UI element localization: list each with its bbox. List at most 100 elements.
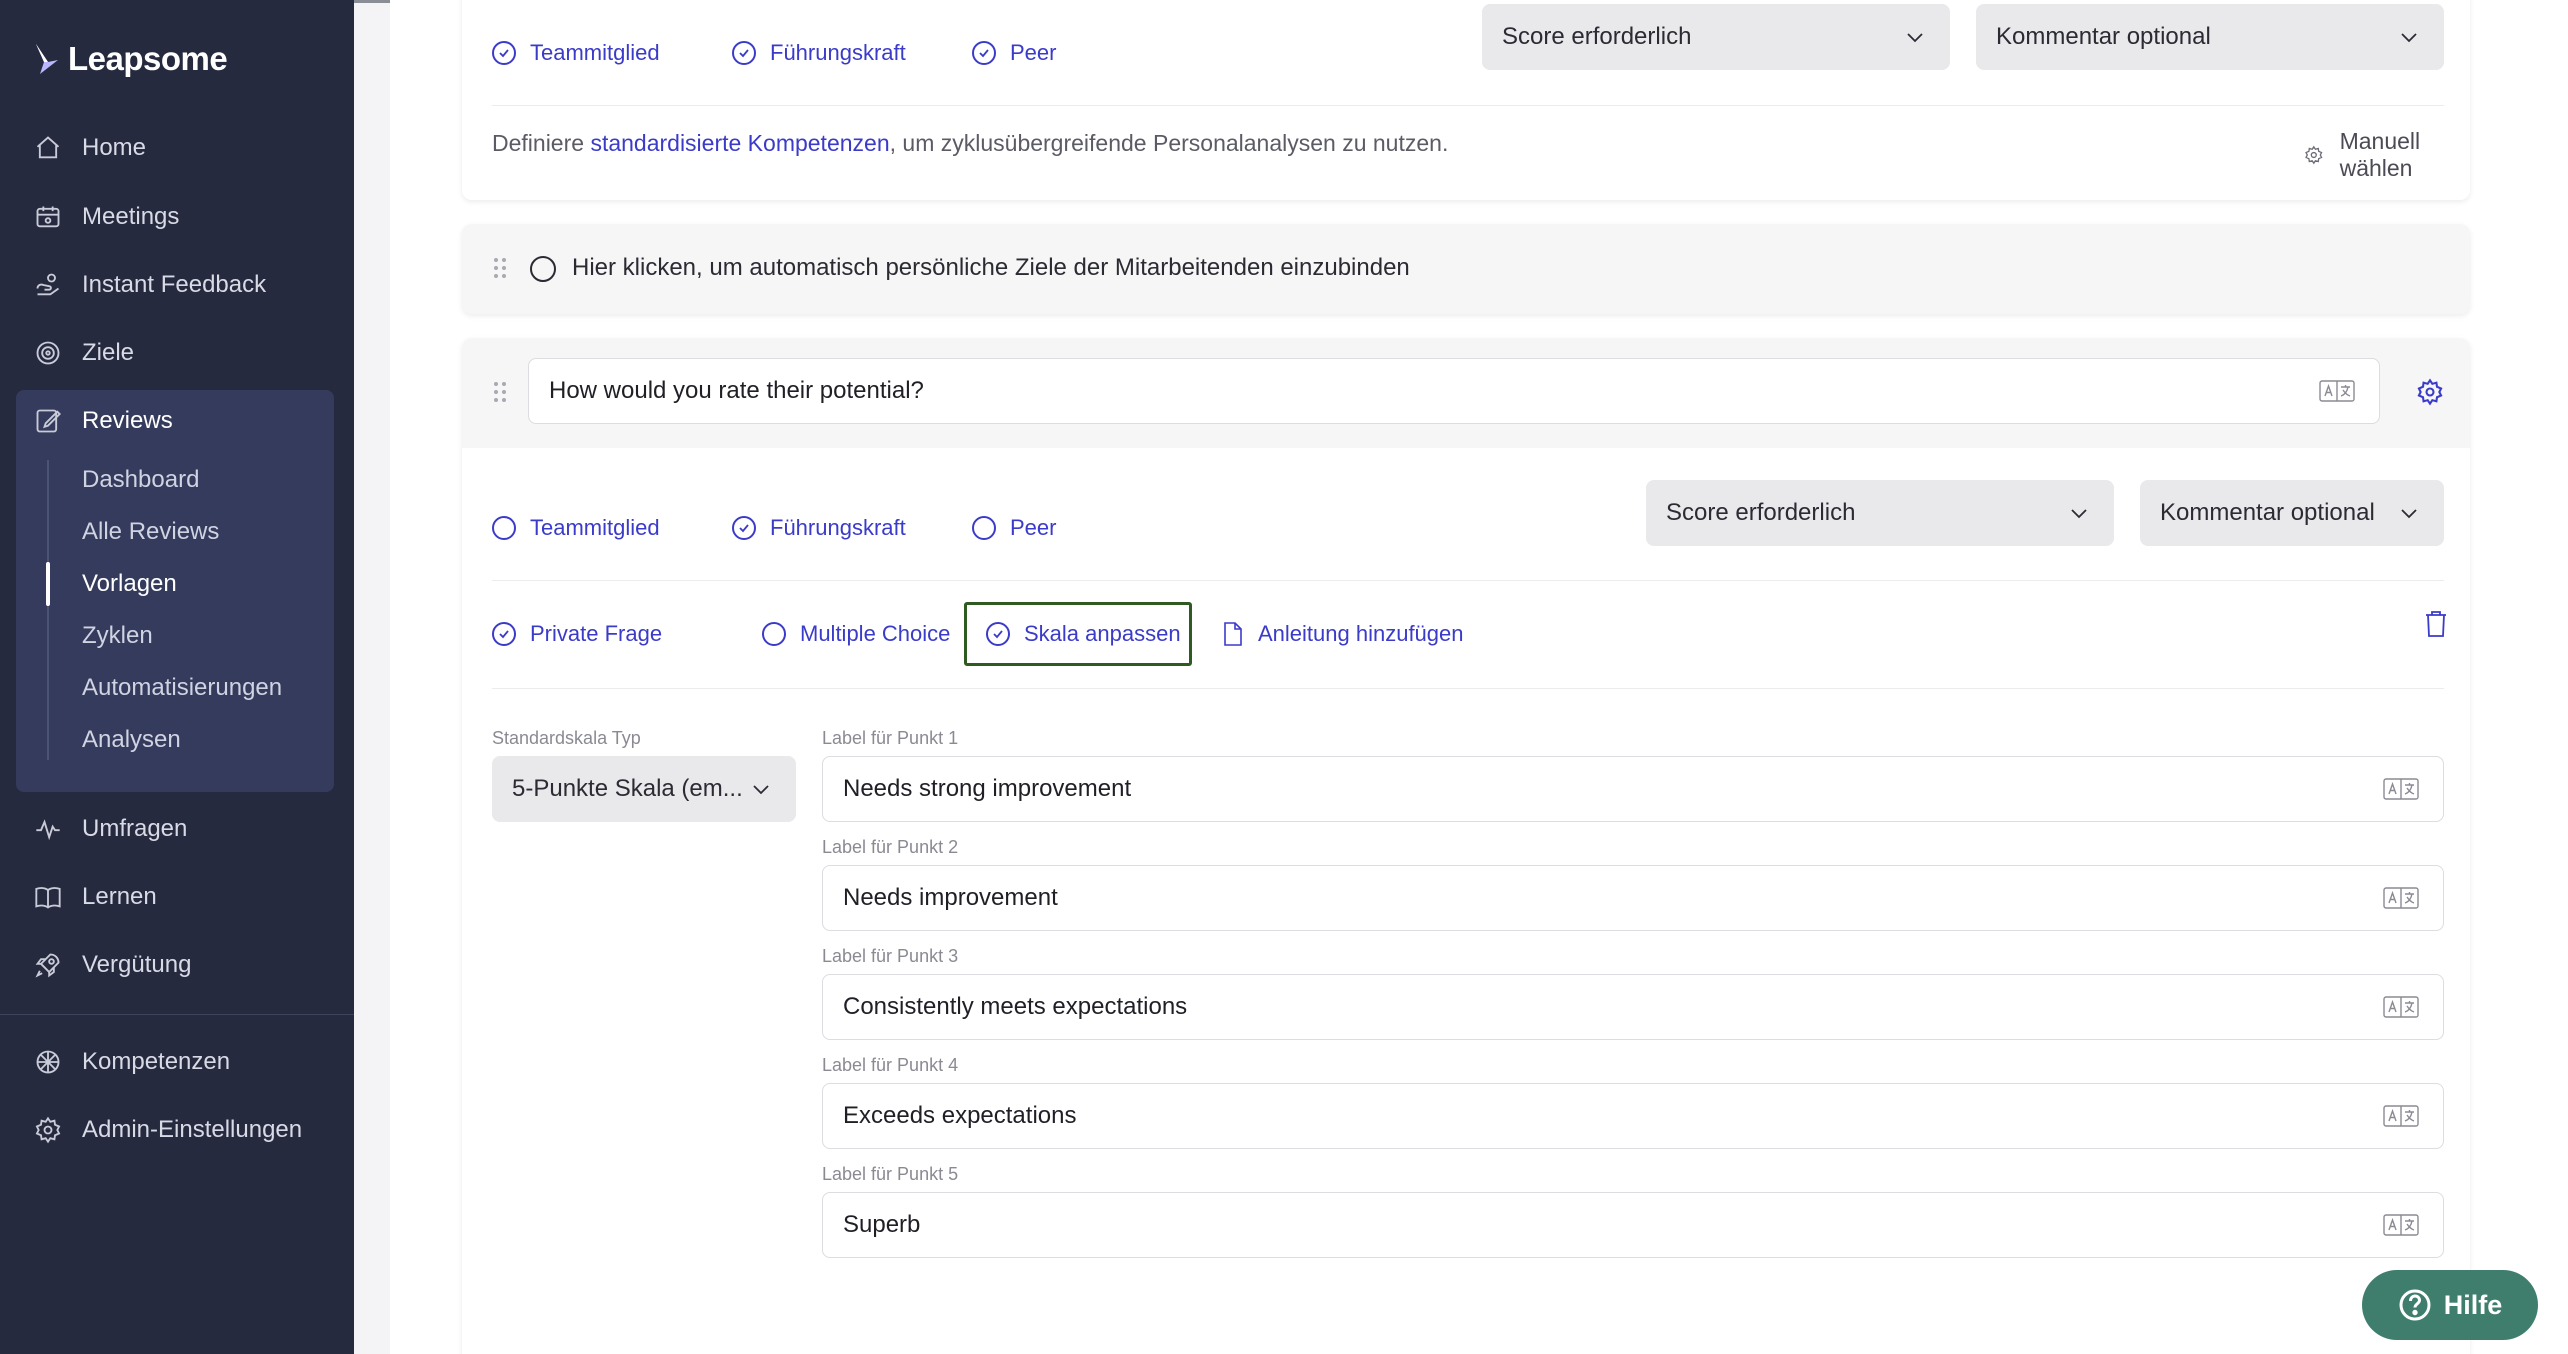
competency-link[interactable]: standardisierte Kompetenzen xyxy=(590,130,889,156)
translate-icon[interactable] xyxy=(2383,1214,2419,1236)
scale-point-input[interactable]: Needs improvement xyxy=(822,865,2444,931)
role-label: Teammitglied xyxy=(530,40,660,65)
radio-icon[interactable] xyxy=(530,256,556,282)
scale-point-input[interactable]: Exceeds expectations xyxy=(822,1083,2444,1149)
brand-logo[interactable]: Leapsome xyxy=(34,40,228,78)
main-area: Teammitglied Führungskraft Peer Score er… xyxy=(354,0,2568,1354)
submenu-rail xyxy=(47,460,49,760)
manual-select-button[interactable]: Manuell wählen xyxy=(2304,128,2470,182)
option-label: Multiple Choice xyxy=(800,621,951,646)
translate-icon[interactable] xyxy=(2383,778,2419,800)
empty-circle-icon xyxy=(972,516,996,540)
sidebar-item-instant-feedback[interactable]: Instant Feedback xyxy=(34,265,266,305)
leapsome-logo-icon xyxy=(36,44,58,74)
help-button[interactable]: Hilfe xyxy=(2362,1270,2538,1340)
sidebar-item-kompetenzen[interactable]: Kompetenzen xyxy=(34,1042,230,1082)
translate-icon[interactable] xyxy=(2383,1105,2419,1127)
role-option-fuehrungskraft[interactable]: Führungskraft xyxy=(732,35,906,71)
goals-toggle-label: Hier klicken, um automatisch persönliche… xyxy=(572,254,1410,281)
pulse-icon xyxy=(36,819,60,841)
scale-point-input[interactable]: Superb xyxy=(822,1192,2444,1258)
template-editor: Teammitglied Führungskraft Peer Score er… xyxy=(390,0,2568,1354)
chevron-down-icon xyxy=(753,785,769,795)
sidebar-item-label: Instant Feedback xyxy=(82,271,267,298)
score-select[interactable]: Score erforderlich xyxy=(1482,4,1950,70)
feedback-icon xyxy=(36,273,60,296)
checkmark-icon xyxy=(732,41,756,65)
translate-icon[interactable] xyxy=(2383,996,2419,1018)
brand-name: Leapsome xyxy=(68,40,228,77)
scale-point-value: Needs improvement xyxy=(843,884,1058,911)
manual-select-label: Manuell wählen xyxy=(2339,128,2421,181)
question-text-input[interactable]: How would you rate their potential? xyxy=(528,358,2380,424)
option-private-frage[interactable]: Private Frage xyxy=(492,616,662,652)
settings-gear-icon[interactable] xyxy=(2416,378,2444,406)
comment-select[interactable]: Kommentar optional xyxy=(2140,480,2444,546)
scale-point-label: Label für Punkt 2 xyxy=(822,837,959,857)
sidebar-item-home[interactable]: Home xyxy=(34,128,146,168)
question-circle-icon xyxy=(2399,1289,2431,1321)
sidebar-subitem-alle-reviews[interactable]: Alle Reviews xyxy=(82,514,219,550)
gear-icon xyxy=(35,1116,61,1144)
sidebar: Leapsome Home Meetings Instant Feedback … xyxy=(0,0,354,1354)
sidebar-item-reviews[interactable]: Reviews xyxy=(34,401,173,441)
empty-circle-icon xyxy=(762,622,786,646)
role-option-fuehrungskraft[interactable]: Führungskraft xyxy=(732,510,906,546)
sidebar-subitem-vorlagen[interactable]: Vorlagen xyxy=(82,566,177,602)
scale-type-label: Standardskala Typ xyxy=(492,728,641,748)
checkmark-icon xyxy=(732,516,756,540)
role-option-teammitglied[interactable]: Teammitglied xyxy=(492,510,660,546)
rocket-icon xyxy=(35,953,60,978)
sidebar-item-label: Meetings xyxy=(82,203,180,230)
option-label: Skala anpassen xyxy=(1024,621,1181,646)
scale-point-value: Exceeds expectations xyxy=(843,1102,1077,1129)
scale-type-select[interactable]: 5-Punkte Skala (em... xyxy=(492,756,796,822)
score-select[interactable]: Score erforderlich xyxy=(1646,480,2114,546)
sidebar-item-admin-einstellungen[interactable]: Admin-Einstellungen xyxy=(34,1110,302,1150)
option-multiple-choice[interactable]: Multiple Choice xyxy=(762,616,950,652)
sidebar-item-label: Ziele xyxy=(82,339,135,366)
divider xyxy=(492,688,2444,689)
sidebar-item-lernen[interactable]: Lernen xyxy=(34,877,157,917)
option-anleitung-hinzufuegen[interactable]: Anleitung hinzufügen xyxy=(1222,616,1464,652)
sidebar-item-meetings[interactable]: Meetings xyxy=(34,197,179,237)
question-card-2: How would you rate their potential? Team… xyxy=(462,338,2470,1354)
scale-point-label: Label für Punkt 4 xyxy=(822,1055,959,1075)
comment-select[interactable]: Kommentar optional xyxy=(1976,4,2444,70)
scale-point-label: Label für Punkt 1 xyxy=(822,728,959,748)
role-option-peer[interactable]: Peer xyxy=(972,510,1056,546)
translate-icon[interactable] xyxy=(2383,887,2419,909)
sidebar-subitem-automatisierungen[interactable]: Automatisierungen xyxy=(82,670,282,706)
competency-hint: Definiere standardisierte Kompetenzen, u… xyxy=(492,130,1448,157)
role-option-teammitglied[interactable]: Teammitglied xyxy=(492,35,660,71)
chevron-down-icon xyxy=(1907,33,1923,43)
role-label: Führungskraft xyxy=(770,40,906,65)
drag-handle-icon[interactable] xyxy=(492,380,508,404)
option-label: Private Frage xyxy=(530,621,663,646)
sidebar-subitem-analysen[interactable]: Analysen xyxy=(82,722,181,758)
scale-point-value: Consistently meets expectations xyxy=(843,993,1188,1020)
drag-handle-icon[interactable] xyxy=(492,256,508,280)
divider xyxy=(492,105,2444,106)
question-text: How would you rate their potential? xyxy=(549,377,924,404)
sidebar-subitem-dashboard[interactable]: Dashboard xyxy=(82,462,199,498)
sidebar-item-label: Admin-Einstellungen xyxy=(82,1116,303,1143)
sidebar-item-ziele[interactable]: Ziele xyxy=(34,333,134,373)
scale-point-input[interactable]: Consistently meets expectations xyxy=(822,974,2444,1040)
sidebar-item-umfragen[interactable]: Umfragen xyxy=(34,809,187,849)
sidebar-item-label: Umfragen xyxy=(82,815,188,842)
competency-hint-suffix: , um zyklusübergreifende Personalanalyse… xyxy=(889,130,1449,156)
trash-icon[interactable] xyxy=(2424,610,2448,638)
role-option-peer[interactable]: Peer xyxy=(972,35,1056,71)
translate-icon[interactable] xyxy=(2319,380,2355,402)
home-icon xyxy=(36,136,60,159)
goals-toggle-card[interactable]: Hier klicken, um automatisch persönliche… xyxy=(462,224,2470,314)
sidebar-subitem-zyklen[interactable]: Zyklen xyxy=(82,618,153,654)
role-label: Peer xyxy=(1010,40,1057,65)
role-label: Führungskraft xyxy=(770,515,906,540)
scale-point-value: Needs strong improvement xyxy=(843,775,1132,802)
option-skala-anpassen[interactable]: Skala anpassen xyxy=(986,616,1181,652)
sidebar-item-verguetung[interactable]: Vergütung xyxy=(34,945,191,985)
scale-point-input[interactable]: Needs strong improvement xyxy=(822,756,2444,822)
checkmark-icon xyxy=(986,622,1010,646)
